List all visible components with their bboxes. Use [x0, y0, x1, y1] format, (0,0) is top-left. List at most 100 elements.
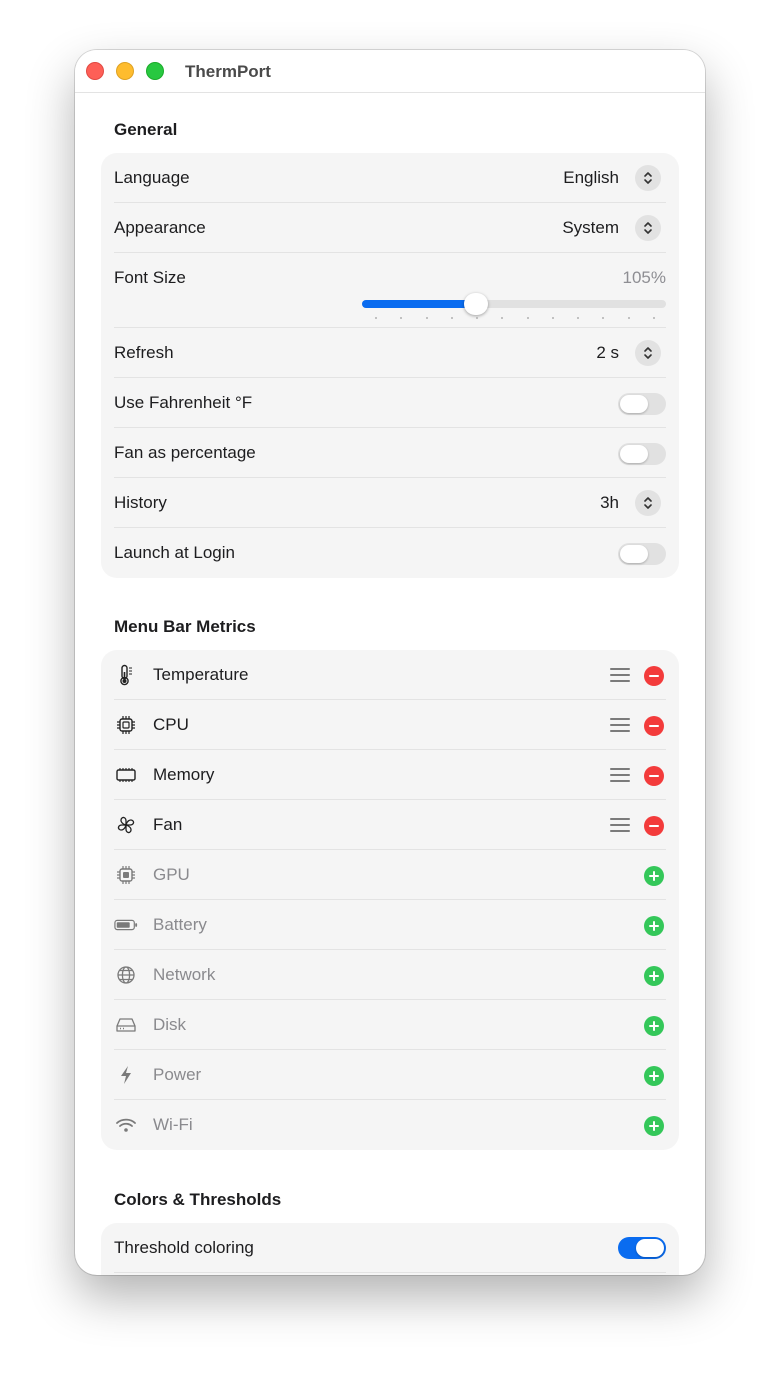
slider-tick: [400, 317, 403, 319]
metric-label-gpu: GPU: [153, 865, 190, 884]
remove-metric-button[interactable]: [644, 816, 664, 836]
drag-handle[interactable]: [610, 717, 630, 733]
slider-tick: [551, 317, 554, 319]
fahrenheit-label: Use Fahrenheit °F: [114, 393, 253, 412]
font-size-slider[interactable]: [362, 293, 666, 315]
toggle-knob: [636, 1239, 664, 1257]
history-row: History 3h: [101, 478, 679, 528]
chevron-up-down-icon: [644, 222, 652, 234]
appearance-stepper[interactable]: [635, 215, 661, 241]
refresh-stepper[interactable]: [635, 340, 661, 366]
history-label: History: [114, 493, 167, 512]
window-title: ThermPort: [185, 62, 271, 81]
metric-label-power: Power: [153, 1065, 202, 1084]
close-window-button[interactable]: [86, 62, 104, 80]
font-size-value: 105%: [622, 268, 666, 287]
colors-card: Threshold coloring: [101, 1223, 679, 1275]
toggle-knob: [620, 395, 648, 413]
refresh-row: Refresh 2 s: [101, 328, 679, 378]
metric-label-fan: Fan: [153, 815, 183, 834]
font-size-label: Font Size: [114, 268, 186, 287]
metric-row-fan[interactable]: Fan: [101, 800, 679, 850]
drag-handle[interactable]: [610, 767, 630, 783]
add-metric-button[interactable]: [644, 966, 664, 986]
memory-icon: [114, 764, 138, 786]
general-card: Language English Appearance System Font …: [101, 153, 679, 578]
fan-icon: [114, 814, 138, 836]
metric-row-disk[interactable]: Disk: [101, 1000, 679, 1050]
metric-row-battery[interactable]: Battery: [101, 900, 679, 950]
fahrenheit-toggle[interactable]: [618, 393, 666, 415]
chevron-up-down-icon: [644, 347, 652, 359]
section-title-colors: Colors & Thresholds: [114, 1190, 282, 1209]
slider-tick: [450, 317, 453, 319]
slider-tick: [501, 317, 504, 319]
metric-row-gpu[interactable]: GPU: [101, 850, 679, 900]
slider-tick: [476, 317, 479, 319]
add-metric-button[interactable]: [644, 866, 664, 886]
add-metric-button[interactable]: [644, 1066, 664, 1086]
settings-content: General Language English Appearance Syst…: [75, 93, 705, 1275]
add-metric-button[interactable]: [644, 916, 664, 936]
metric-label-cpu: CPU: [153, 715, 189, 734]
language-row: Language English: [101, 153, 679, 203]
threshold-coloring-toggle[interactable]: [618, 1237, 666, 1259]
chevron-up-down-icon: [644, 172, 652, 184]
toggle-knob: [620, 445, 648, 463]
drag-handle[interactable]: [610, 667, 630, 683]
add-metric-button[interactable]: [644, 1116, 664, 1136]
metric-label-network: Network: [153, 965, 216, 984]
metric-label-temperature: Temperature: [153, 665, 249, 684]
slider-fill: [362, 300, 476, 308]
fahrenheit-row: Use Fahrenheit °F: [101, 378, 679, 428]
drag-handle[interactable]: [610, 817, 630, 833]
language-value[interactable]: English: [563, 168, 619, 188]
metric-row-network[interactable]: Network: [101, 950, 679, 1000]
remove-metric-button[interactable]: [644, 666, 664, 686]
disk-icon: [114, 1014, 138, 1036]
threshold-coloring-row: Threshold coloring: [101, 1223, 679, 1273]
metric-row-wifi[interactable]: Wi-Fi: [101, 1100, 679, 1150]
metric-label-memory: Memory: [153, 765, 215, 784]
slider-thumb[interactable]: [464, 293, 488, 315]
metric-row-cpu[interactable]: CPU: [101, 700, 679, 750]
metric-row-temperature[interactable]: Temperature: [101, 650, 679, 700]
title-bar: ThermPort: [75, 50, 705, 93]
globe-icon: [114, 964, 138, 986]
bolt-icon: [114, 1064, 138, 1086]
menu-bar-metrics-card: Temperature CPU Memory Fan GPU Battery N…: [101, 650, 679, 1150]
slider-tick: [653, 317, 655, 319]
font-size-row: Font Size 105%: [101, 253, 679, 328]
toggle-knob: [620, 545, 648, 563]
minimize-window-button[interactable]: [116, 62, 134, 80]
chevron-up-down-icon: [644, 497, 652, 509]
appearance-value[interactable]: System: [562, 218, 619, 238]
slider-tick: [375, 317, 377, 319]
launch-login-toggle[interactable]: [618, 543, 666, 565]
remove-metric-button[interactable]: [644, 766, 664, 786]
refresh-value[interactable]: 2 s: [596, 343, 619, 363]
fan-percentage-row: Fan as percentage: [101, 428, 679, 478]
thermometer-icon: [114, 664, 138, 686]
wifi-icon: [114, 1114, 138, 1136]
threshold-coloring-label: Threshold coloring: [114, 1238, 254, 1257]
slider-tick: [425, 317, 428, 319]
metric-label-battery: Battery: [153, 915, 207, 934]
slider-tick: [577, 317, 580, 319]
history-value[interactable]: 3h: [600, 493, 619, 513]
launch-login-row: Launch at Login: [101, 528, 679, 578]
metric-label-disk: Disk: [153, 1015, 187, 1034]
metric-row-memory[interactable]: Memory: [101, 750, 679, 800]
launch-login-label: Launch at Login: [114, 543, 235, 562]
metric-row-power[interactable]: Power: [101, 1050, 679, 1100]
language-stepper[interactable]: [635, 165, 661, 191]
battery-icon: [114, 914, 138, 936]
fan-percentage-toggle[interactable]: [618, 443, 666, 465]
language-label: Language: [114, 168, 190, 187]
section-title-general: General: [114, 120, 178, 139]
zoom-window-button[interactable]: [146, 62, 164, 80]
remove-metric-button[interactable]: [644, 716, 664, 736]
settings-window: ThermPort General Language English Appea…: [75, 50, 705, 1275]
history-stepper[interactable]: [635, 490, 661, 516]
add-metric-button[interactable]: [644, 1016, 664, 1036]
